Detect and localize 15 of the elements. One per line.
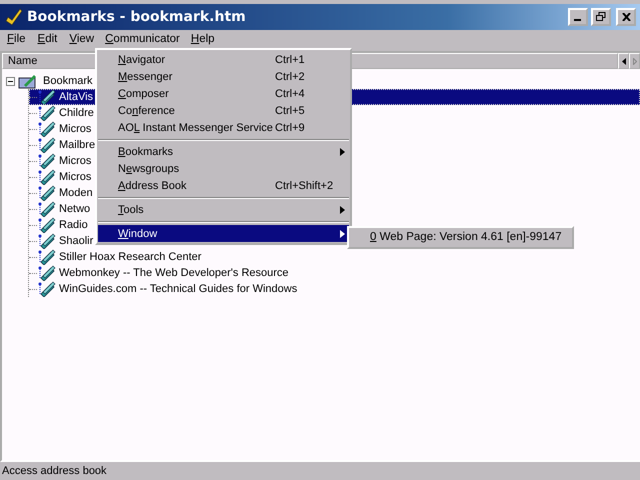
- tree-item: Moden: [58, 187, 94, 199]
- tree-item: Netwo: [58, 203, 92, 215]
- tree-item: Shaolir: [58, 235, 94, 247]
- tree-item: Radio: [58, 219, 89, 231]
- tree-item: Mailbre: [58, 139, 96, 151]
- tree-item: Webmonkey -- The Web Developer's Resource: [58, 267, 290, 279]
- tree-item: Stiller Hoax Research Center: [58, 251, 202, 263]
- tree-item: Micros: [58, 123, 92, 135]
- tree-item: WinGuides.com -- Technical Guides for Windows: [58, 283, 298, 295]
- tree-item: AltaVis: [58, 91, 94, 103]
- status-text: Access address book: [2, 465, 107, 477]
- window-title: Bookmarks - bookmark.htm: [27, 9, 246, 25]
- tree-item: Micros: [58, 155, 92, 167]
- tree-item: Micros: [58, 171, 92, 183]
- tree-item: Childre: [58, 107, 95, 119]
